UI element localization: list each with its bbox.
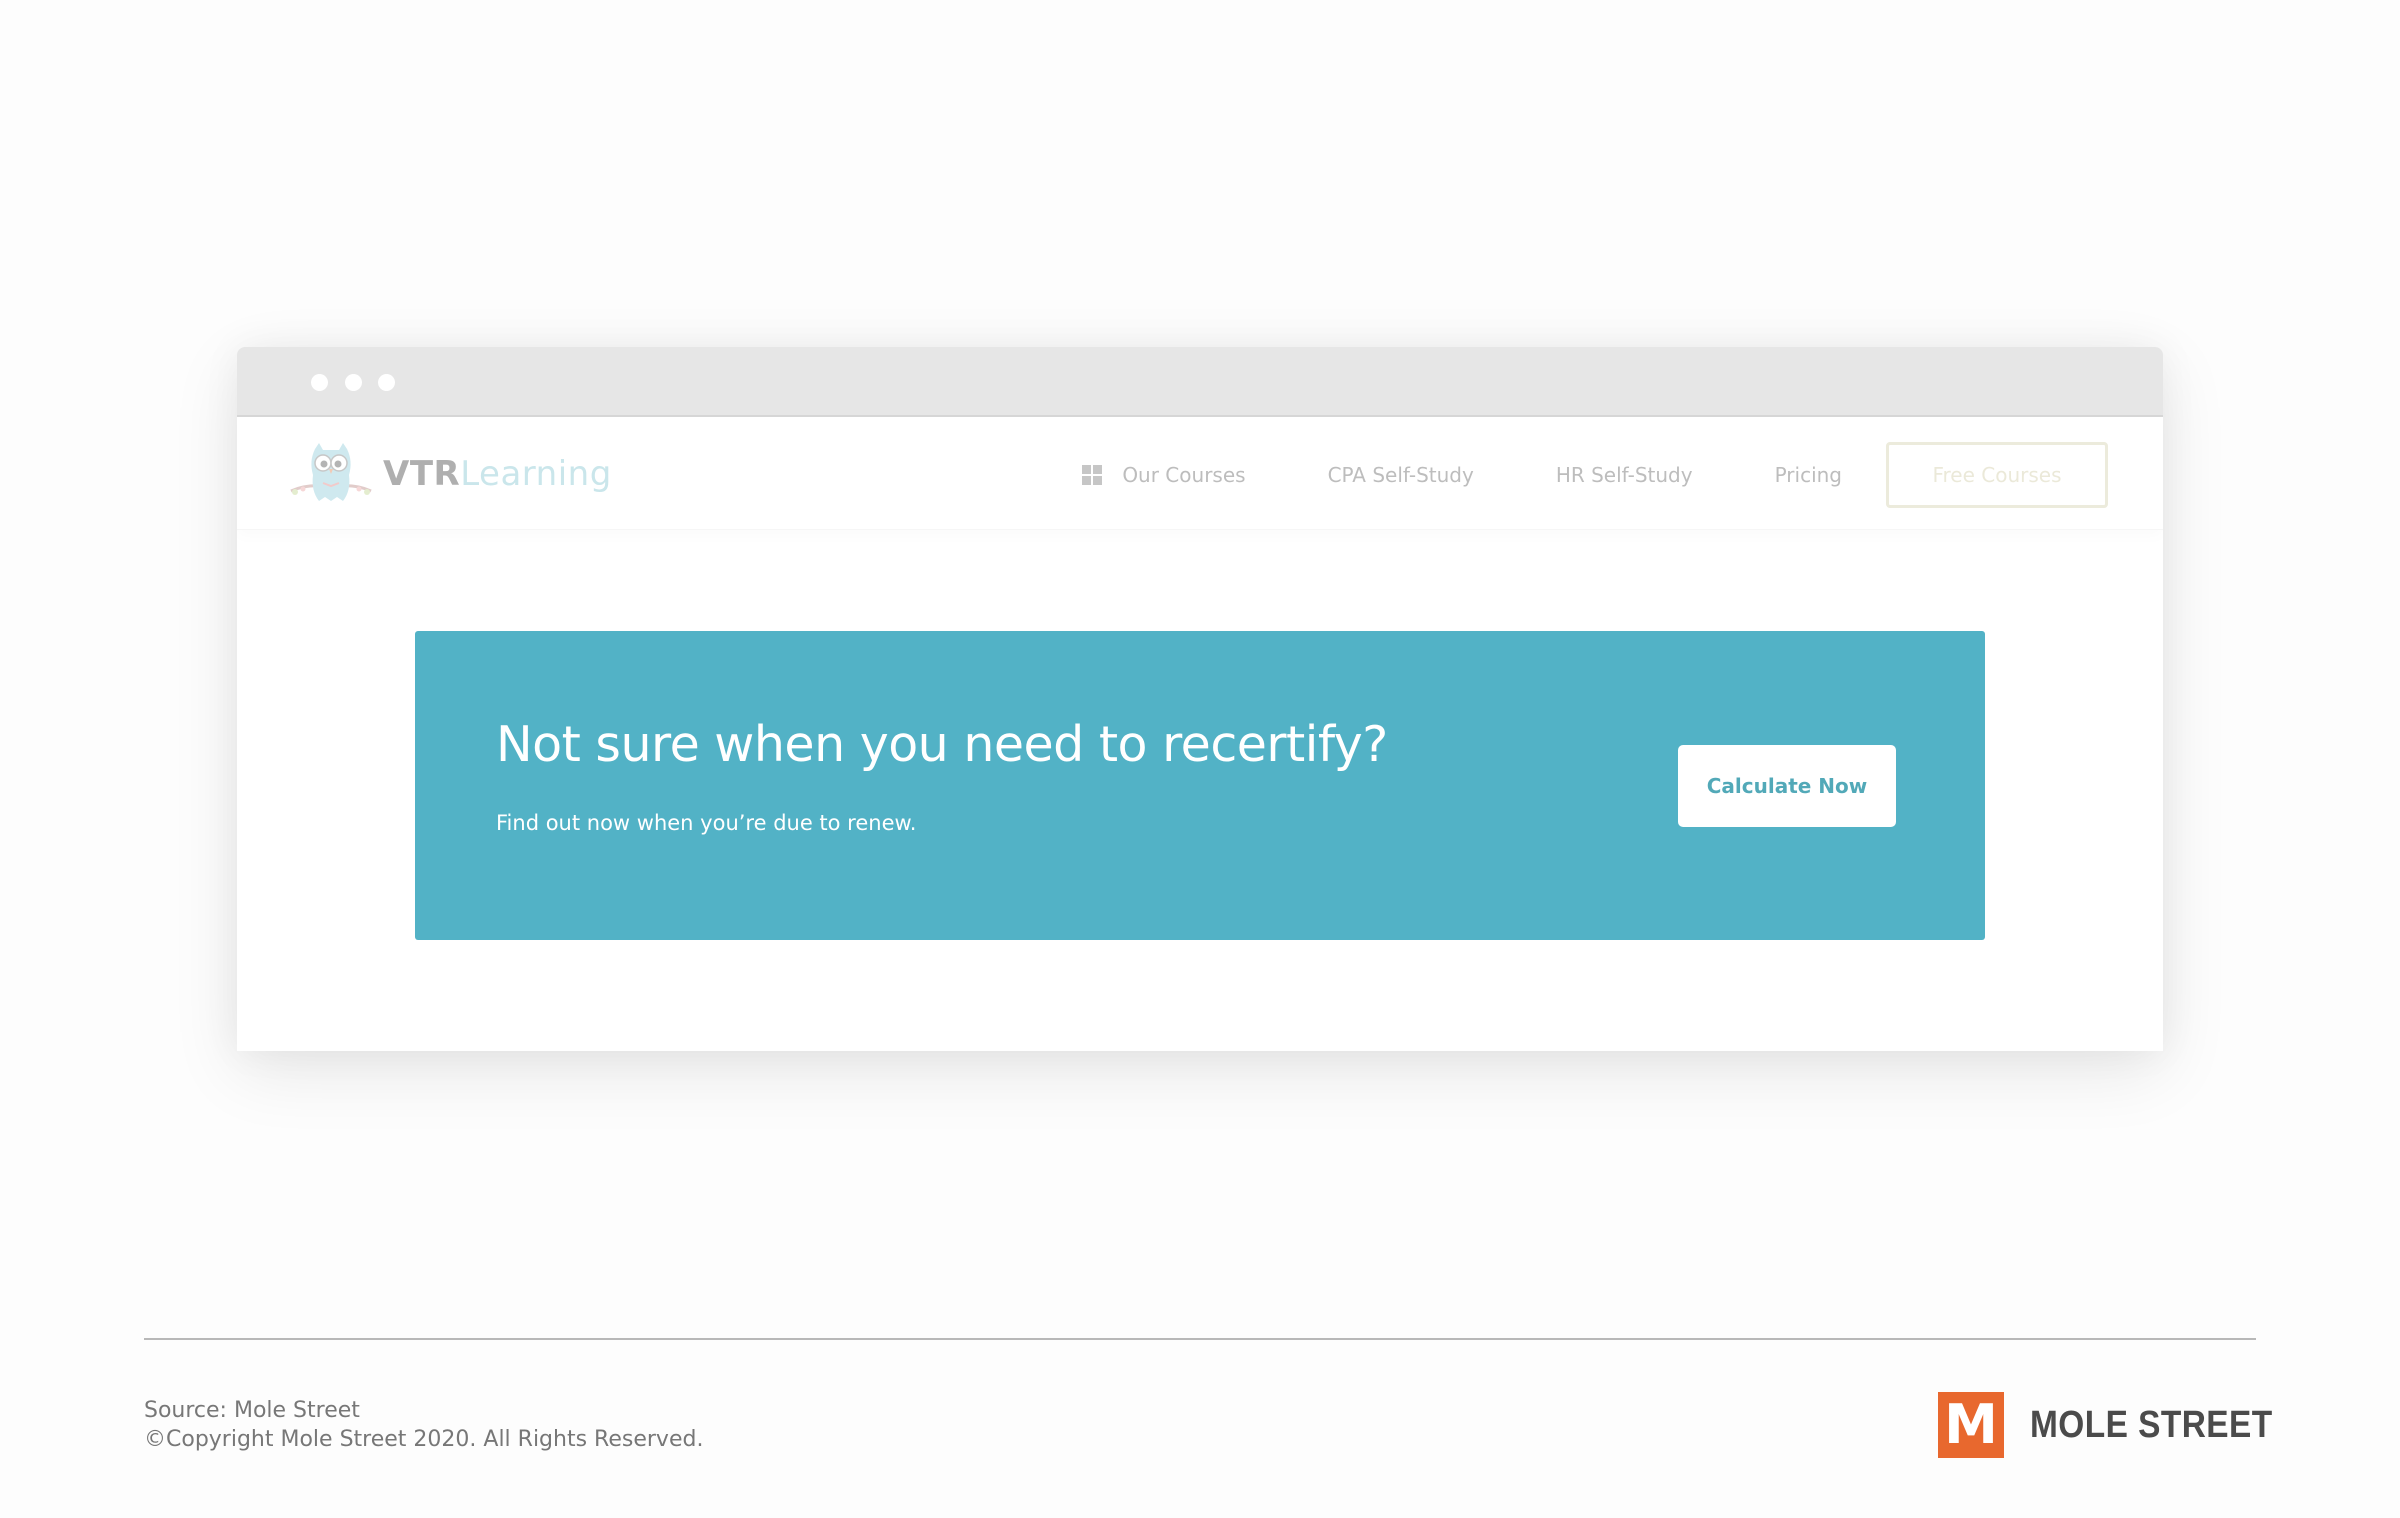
footer-divider: [144, 1338, 2256, 1340]
nav-label: HR Self-Study: [1555, 463, 1693, 487]
source-text: Source: Mole Street: [144, 1398, 360, 1423]
main-nav: Our Courses CPA Self-Study HR Self-Study…: [1082, 442, 2108, 508]
nav-hr-self-study[interactable]: HR Self-Study: [1556, 463, 1693, 487]
mole-street-logo: M MOLE STREET: [1938, 1392, 2306, 1458]
copyright-text: ©Copyright Mole Street 2020. All Rights …: [144, 1427, 704, 1452]
nav-label: Our Courses: [1122, 463, 1246, 487]
site-logo[interactable]: VTRLearning: [289, 439, 612, 509]
browser-titlebar: [237, 347, 2163, 417]
nav-label: CPA Self-Study: [1327, 463, 1474, 487]
mole-street-mark-icon: M: [1938, 1392, 2004, 1458]
nav-pricing[interactable]: Pricing: [1775, 463, 1842, 487]
nav-label: Pricing: [1774, 463, 1842, 487]
logo-wordmark: VTRLearning: [383, 454, 612, 494]
footer-credits: Source: Mole Street ©Copyright Mole Stre…: [144, 1396, 703, 1454]
grid-icon: [1082, 465, 1103, 485]
banner-subtitle: Find out now when you’re due to renew.: [496, 811, 917, 835]
banner-title: Not sure when you need to recertify?: [496, 716, 1388, 773]
free-courses-button[interactable]: Free Courses: [1886, 442, 2108, 508]
calculate-now-button[interactable]: Calculate Now: [1678, 745, 1896, 827]
site-header: VTRLearning Our Courses CPA Self-Study H…: [237, 417, 2163, 530]
nav-our-courses[interactable]: Our Courses: [1082, 463, 1246, 487]
recertify-banner: Not sure when you need to recertify? Fin…: [415, 631, 1985, 940]
browser-window: VTRLearning Our Courses CPA Self-Study H…: [237, 347, 2163, 1051]
nav-cpa-self-study[interactable]: CPA Self-Study: [1328, 463, 1474, 487]
brand-name: MOLE STREET: [2030, 1403, 2273, 1446]
window-close-dot[interactable]: [311, 374, 328, 391]
window-maximize-dot[interactable]: [378, 374, 395, 391]
window-minimize-dot[interactable]: [345, 374, 362, 391]
owl-icon: [290, 443, 372, 501]
